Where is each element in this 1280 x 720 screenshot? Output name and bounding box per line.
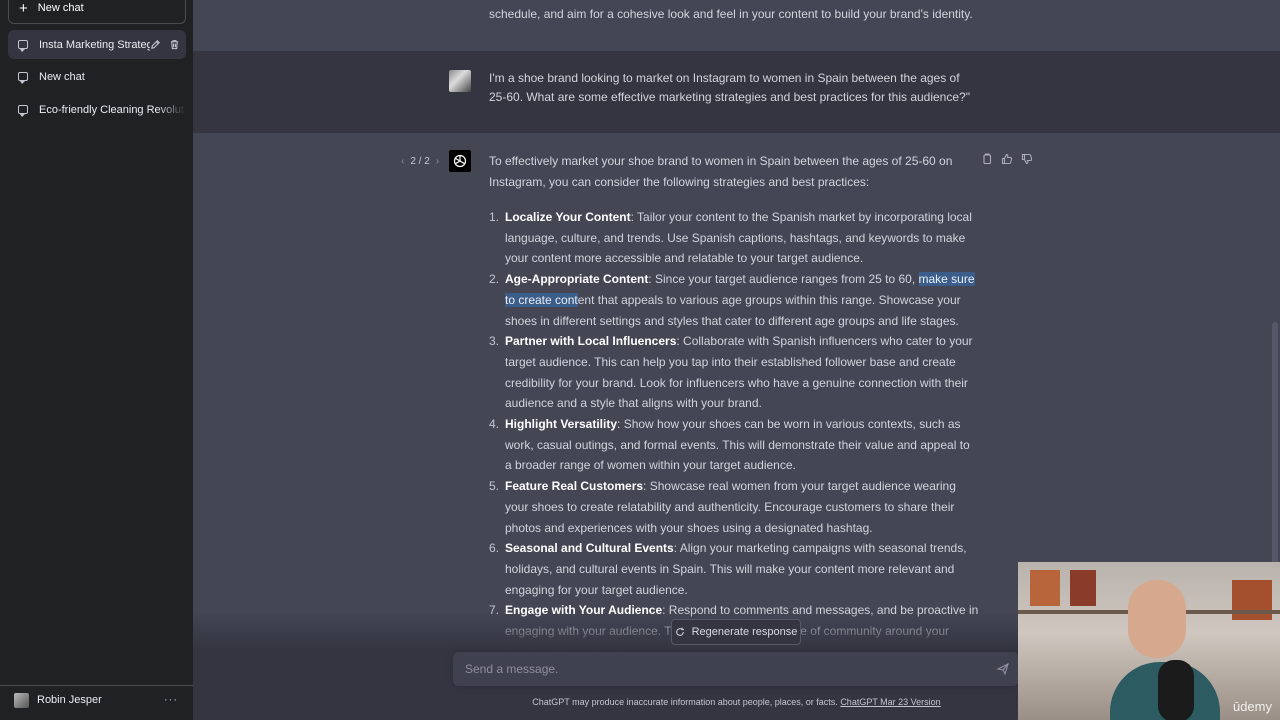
message-input[interactable]: [465, 660, 965, 678]
response-count: 2 / 2: [410, 156, 430, 167]
chat-bubble-icon: [18, 72, 28, 84]
list-item: 3. Partner with Local Influencers: Collab…: [489, 334, 973, 411]
sidebar: + New chat Insta Marketing Strateg New c…: [0, 0, 193, 720]
version-link[interactable]: ChatGPT Mar 23 Version: [840, 697, 940, 707]
chat-bubble-icon: [18, 40, 28, 52]
user-name: Robin Jesper: [37, 694, 102, 706]
user-avatar: [14, 692, 29, 708]
edit-icon[interactable]: [150, 39, 161, 50]
new-chat-button[interactable]: + New chat: [8, 0, 186, 24]
assistant-message-text: schedule, and aim for a cohesive look an…: [489, 7, 973, 21]
assistant-message-prev: schedule, and aim for a cohesive look an…: [193, 0, 1280, 51]
response-pager: ‹ 2 / 2 ›: [401, 156, 439, 167]
thumbs-up-icon[interactable]: [1001, 153, 1013, 165]
microphone: [1158, 660, 1194, 720]
wall-art: [1232, 580, 1272, 620]
conversation-label: Eco-friendly Cleaning Revolut: [39, 103, 184, 116]
conversation-label: New chat: [39, 70, 85, 83]
udemy-watermark: ūdemy: [1232, 699, 1272, 714]
list-item: 4. Highlight Versatility: Show how your s…: [489, 417, 970, 473]
new-chat-label: New chat: [37, 2, 84, 14]
sidebar-conversation-item[interactable]: New chat: [8, 62, 186, 91]
user-avatar: [449, 70, 471, 92]
next-response-icon[interactable]: ›: [436, 156, 439, 167]
send-icon[interactable]: [997, 663, 1009, 675]
assistant-intro-text: To effectively market your shoe brand to…: [489, 154, 953, 189]
more-icon[interactable]: ···: [164, 694, 178, 706]
list-item: 2. Age-Appropriate Content: Since your ta…: [489, 272, 975, 328]
sidebar-conversation-item[interactable]: Eco-friendly Cleaning Revolut: [8, 95, 186, 124]
user-menu[interactable]: Robin Jesper ···: [8, 686, 186, 714]
list-item: 6. Seasonal and Cultural Events: Align yo…: [489, 541, 967, 597]
regenerate-response-button[interactable]: Regenerate response: [671, 619, 801, 645]
plus-icon: +: [19, 0, 28, 17]
message-composer: [453, 652, 1019, 686]
strategy-list: 1. Localize Your Content: Tailor your con…: [489, 207, 979, 662]
message-actions: [981, 153, 1033, 165]
chat-bubble-icon: [18, 105, 28, 117]
chatgpt-logo-icon: [449, 150, 471, 172]
copy-icon[interactable]: [981, 153, 993, 165]
presenter-head: [1128, 580, 1186, 658]
thumbs-down-icon[interactable]: [1021, 153, 1033, 165]
user-message: I'm a shoe brand looking to market on In…: [193, 51, 1280, 133]
trash-icon[interactable]: [169, 39, 180, 50]
user-message-text: I'm a shoe brand looking to market on In…: [489, 71, 970, 104]
regenerate-label: Regenerate response: [691, 626, 798, 638]
wall-art: [1070, 570, 1096, 606]
prev-response-icon[interactable]: ‹: [401, 156, 404, 167]
refresh-icon: [675, 627, 684, 636]
webcam-overlay: ūdemy: [1018, 562, 1280, 720]
wall-art: [1030, 570, 1060, 606]
sidebar-conversation-item[interactable]: Insta Marketing Strateg: [8, 30, 186, 59]
list-item: 5. Feature Real Customers: Showcase real …: [489, 479, 956, 535]
list-item: 1. Localize Your Content: Tailor your con…: [489, 210, 972, 266]
conversation-label: Insta Marketing Strateg: [39, 38, 150, 51]
